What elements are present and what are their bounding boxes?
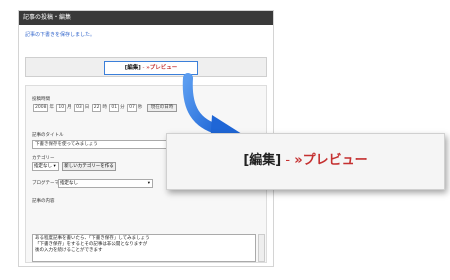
zoomed-tab-callout: [編集] - »プレビュー (166, 133, 445, 190)
zoomed-tab-text: [編集] - »プレビュー (167, 152, 444, 170)
zoomed-tab-preview: »プレビュー (294, 153, 368, 168)
zoomed-tab-separator: - (281, 153, 295, 168)
zoomed-tab-edit: [編集] (243, 153, 282, 168)
